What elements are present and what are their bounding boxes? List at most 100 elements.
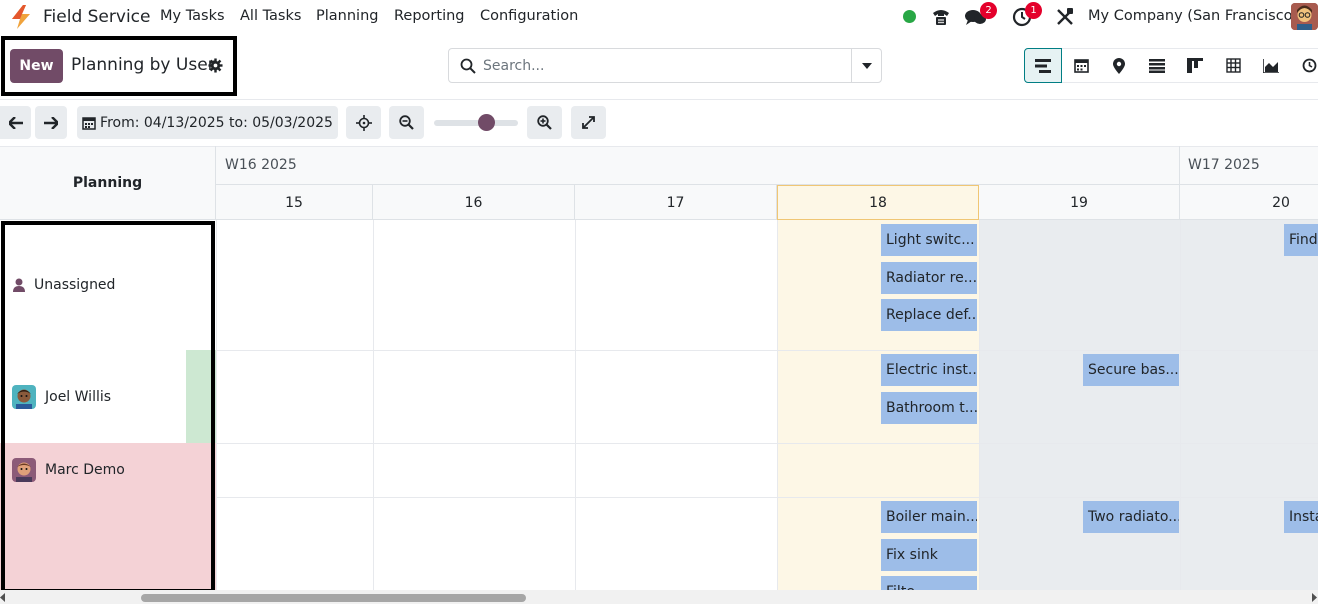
task-pill[interactable]: Fix sink (881, 539, 977, 571)
scroll-left-arrow-icon[interactable] (0, 593, 6, 602)
zoom-slider-handle[interactable] (478, 114, 495, 131)
horizontal-scrollbar-thumb[interactable] (141, 594, 526, 602)
task-pill[interactable]: Light switc... (881, 224, 977, 256)
row-unassigned[interactable]: Unassigned (0, 220, 216, 350)
arrow-right-icon (44, 116, 58, 129)
list-view-button[interactable] (1138, 48, 1176, 83)
task-pill[interactable]: Replace def... (881, 299, 977, 331)
task-pill[interactable]: Two radiato... (1083, 501, 1179, 533)
zoom-in-icon (537, 115, 552, 130)
today-button[interactable] (346, 106, 381, 139)
row-label-marc-demo: Marc Demo (45, 462, 125, 478)
task-pill[interactable]: Radiator re... (881, 262, 977, 294)
search-input[interactable] (483, 50, 843, 81)
week-label-w17: W17 2025 (1188, 157, 1260, 173)
row-joel-willis[interactable]: Joel Willis (0, 350, 216, 443)
tools-icon[interactable] (1056, 8, 1074, 26)
day-header-15: 15 (216, 185, 373, 220)
scroll-right-arrow-icon[interactable] (1311, 593, 1317, 602)
area-chart-icon (1263, 58, 1279, 73)
column-line (216, 220, 217, 590)
search-bar (448, 48, 882, 83)
weekend-column (979, 220, 1318, 590)
crosshairs-icon (355, 114, 372, 131)
search-icon (460, 58, 476, 74)
menu-all-tasks[interactable]: All Tasks (240, 8, 301, 24)
zoom-out-button[interactable] (389, 106, 424, 139)
graph-view-button[interactable] (1252, 48, 1290, 83)
user-icon (13, 278, 25, 292)
week-label-w16: W16 2025 (225, 157, 297, 173)
field-service-logo-icon[interactable] (10, 5, 32, 29)
menu-reporting[interactable]: Reporting (394, 8, 465, 24)
day-header-19: 19 (979, 185, 1180, 220)
breadcrumb-highlight-box (1, 36, 237, 96)
row-marc-demo[interactable]: Marc Demo (0, 443, 216, 497)
messages-badge: 2 (980, 2, 997, 19)
zoom-out-icon (399, 115, 414, 130)
arrow-left-icon (8, 116, 23, 129)
gantt-view-button[interactable] (1024, 48, 1062, 83)
column-line (373, 220, 374, 590)
date-range-label: From: 04/13/2025 to: 05/03/2025 (100, 114, 333, 131)
map-view-button[interactable] (1100, 48, 1138, 83)
task-pill[interactable]: Filte... (881, 576, 977, 590)
day-header-17: 17 (575, 185, 777, 220)
calendar-icon (1073, 59, 1089, 73)
clock-icon (1302, 58, 1316, 73)
column-line (1180, 220, 1181, 590)
column-line (777, 220, 778, 590)
next-period-button[interactable] (35, 106, 67, 139)
activities-badge: 1 (1025, 2, 1042, 19)
row-label-unassigned: Unassigned (34, 277, 116, 293)
row-line (216, 497, 1318, 498)
zoom-slider-track[interactable] (434, 120, 518, 126)
menu-configuration[interactable]: Configuration (480, 8, 578, 24)
row-line (216, 350, 1318, 351)
expand-icon (582, 116, 595, 129)
pivot-view-button[interactable] (1214, 48, 1252, 83)
task-pill[interactable]: Find (1284, 224, 1318, 256)
row-line (216, 443, 1318, 444)
previous-period-button[interactable] (0, 106, 31, 139)
day-header-18-today: 18 (777, 185, 979, 220)
top-navbar: Field Service My Tasks All Tasks Plannin… (0, 0, 1318, 34)
task-pill[interactable]: Boiler main... (881, 501, 977, 533)
gantt-row-header-title: Planning (0, 146, 216, 220)
date-range-picker[interactable]: From: 04/13/2025 to: 05/03/2025 (77, 106, 338, 139)
list-icon (1149, 58, 1165, 73)
task-pill[interactable]: Electric inst... (881, 354, 977, 386)
task-pill[interactable]: Secure bas... (1083, 354, 1179, 386)
phone-icon[interactable] (931, 7, 951, 27)
week-separator (1179, 146, 1180, 184)
fullscreen-button[interactable] (571, 106, 606, 139)
gantt-icon (1035, 58, 1051, 73)
search-options-toggle[interactable] (851, 49, 881, 82)
menu-planning[interactable]: Planning (316, 8, 378, 24)
pivot-table-icon (1225, 58, 1241, 73)
day-header-20: 20 (1272, 194, 1290, 211)
activity-view-button[interactable] (1290, 48, 1318, 83)
marc-demo-avatar (12, 458, 36, 482)
kanban-view-button[interactable] (1176, 48, 1214, 83)
task-pill[interactable]: Bathroom t... (881, 392, 977, 424)
user-avatar[interactable] (1291, 3, 1318, 30)
row-label-joel-willis: Joel Willis (45, 388, 112, 405)
app-name[interactable]: Field Service (43, 7, 150, 27)
day-header-16: 16 (373, 185, 575, 220)
view-switcher (1024, 48, 1318, 83)
presence-status-icon[interactable] (903, 10, 916, 23)
kanban-icon (1187, 58, 1203, 73)
control-panel-divider (0, 99, 1318, 100)
calendar-icon (82, 116, 96, 130)
caret-down-icon (861, 62, 872, 69)
company-switcher[interactable]: My Company (San Francisco) (1088, 8, 1298, 24)
map-pin-icon (1113, 57, 1125, 74)
calendar-view-button[interactable] (1062, 48, 1100, 83)
task-pill[interactable]: Insta (1284, 501, 1318, 533)
column-line (979, 220, 980, 590)
zoom-in-button[interactable] (527, 106, 562, 139)
joel-willis-avatar (12, 384, 36, 409)
column-line (575, 220, 576, 590)
menu-my-tasks[interactable]: My Tasks (160, 8, 225, 24)
